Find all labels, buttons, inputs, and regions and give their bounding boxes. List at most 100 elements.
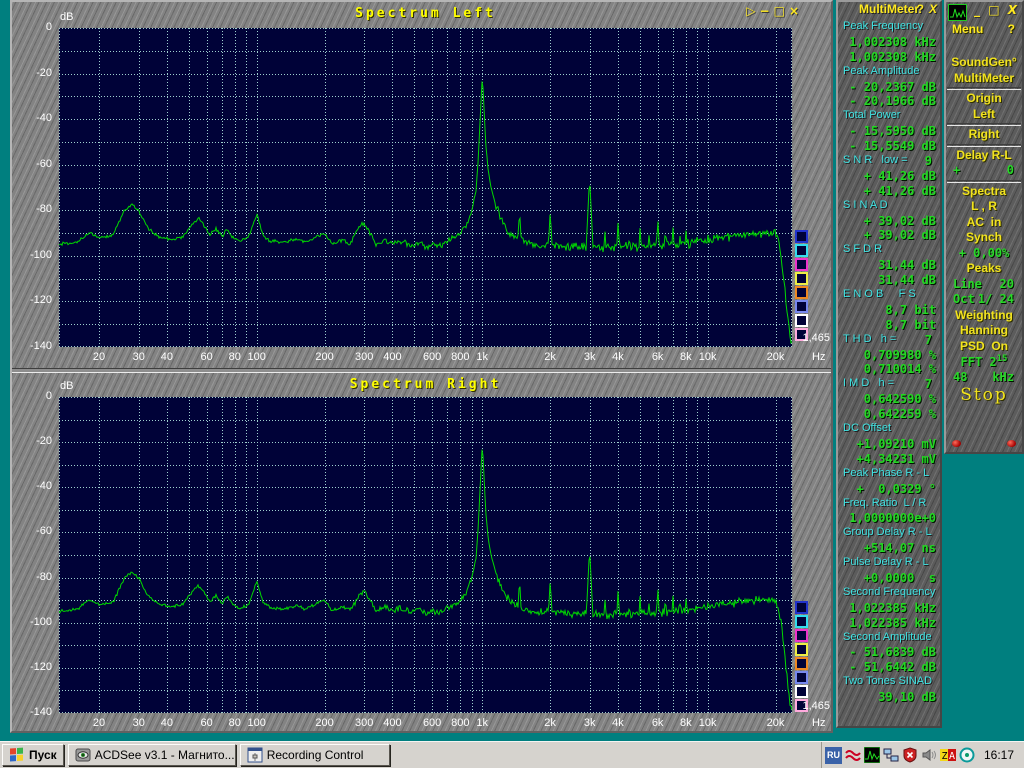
menu-button[interactable]: Menu: [952, 22, 983, 37]
multimeter-value: + 39,02 dB: [838, 228, 940, 243]
x-tick-label: 40: [150, 717, 184, 729]
fft-size-setting[interactable]: FFT 215: [946, 354, 1022, 370]
psd-toggle[interactable]: PSD On: [946, 339, 1022, 355]
volume-icon[interactable]: [921, 747, 937, 763]
legend-swatch[interactable]: [795, 244, 808, 257]
multimeter-value: +514,07 ns: [838, 541, 940, 556]
x-tick-label: 4k: [601, 717, 635, 729]
punto-switcher-icon[interactable]: ZA: [940, 747, 956, 763]
stop-button[interactable]: Stop: [946, 385, 1022, 407]
sample-rate-setting[interactable]: 48kHz: [946, 370, 1022, 386]
legend-swatch[interactable]: [795, 643, 808, 656]
spectrum-left-plot[interactable]: [59, 28, 792, 347]
multimeter-value: 39,10 dB: [838, 690, 940, 705]
x-tick-label: 1k: [465, 717, 499, 729]
y-axis-unit: dB: [60, 11, 73, 23]
taskbar-item-acdsee[interactable]: ACDSee v3.1 - Магнито...: [68, 744, 236, 766]
multimeter-value: 1,022385 kHz: [838, 616, 940, 631]
multimeter-value: - 15,5549 dB: [838, 139, 940, 154]
delay-rl-value[interactable]: +0: [946, 163, 1022, 179]
x-tick-label: 20k: [759, 351, 793, 363]
legend-swatch[interactable]: [795, 258, 808, 271]
taskbar: Пуск ACDSee v3.1 - Магнито... Recording …: [0, 741, 1024, 768]
multimeter-value: + 41,26 dB: [838, 184, 940, 199]
multimeter-value: + 41,26 dB: [838, 169, 940, 184]
start-label: Пуск: [29, 748, 57, 762]
x-tick-label: 400: [375, 717, 409, 729]
spectra-label: Spectra: [946, 184, 1022, 200]
spectrum-app-icon[interactable]: [864, 747, 880, 763]
peaks-label: Peaks: [946, 261, 1022, 277]
x-axis-unit: Hz: [812, 351, 825, 363]
x-tick-label: 2k: [533, 351, 567, 363]
spectrum-right-plot[interactable]: [59, 397, 792, 713]
multimeter-label: T H D h =7: [838, 333, 940, 348]
taskbar-item-recording-control[interactable]: Recording Control: [240, 744, 390, 766]
x-tick-label: 20: [82, 717, 116, 729]
legend-swatch[interactable]: [795, 601, 808, 614]
legend-swatch[interactable]: [795, 629, 808, 642]
help-icon[interactable]: ?: [917, 2, 924, 16]
line-setting[interactable]: Line20: [946, 277, 1022, 293]
start-button[interactable]: Пуск: [2, 744, 64, 766]
soundgen-button[interactable]: SoundGen°: [946, 55, 1022, 71]
maximize-icon[interactable]: □: [988, 3, 1001, 17]
multimeter-title: MultiMeter: [859, 2, 919, 16]
multimeter-value: 1,0000000e+0: [838, 511, 940, 526]
close-icon[interactable]: X: [929, 2, 937, 16]
cd-player-icon[interactable]: [959, 747, 975, 763]
y-tick-label: -40: [12, 480, 52, 492]
spectrum-analyzer-window: ▷−□× Spectrum Left dB 0-20-40-60-80-100-…: [10, 0, 833, 733]
help-icon[interactable]: ?: [1008, 22, 1015, 37]
origin-right-button[interactable]: Right: [946, 127, 1022, 143]
legend-swatch[interactable]: [795, 657, 808, 670]
y-tick-label: -120: [12, 294, 52, 306]
x-tick-label: 200: [308, 717, 342, 729]
shield-icon[interactable]: [902, 747, 918, 763]
control-panel-items: SoundGen°MultiMeterOriginLeftRightDelay …: [946, 37, 1022, 407]
network-icon[interactable]: [883, 747, 899, 763]
multimeter-button[interactable]: MultiMeter: [946, 71, 1022, 87]
ac-in-button[interactable]: AC in: [946, 215, 1022, 231]
legend-swatch[interactable]: [795, 300, 808, 313]
multimeter-value: 31,44 dB: [838, 273, 940, 288]
legend-swatch[interactable]: [795, 685, 808, 698]
y-tick-label: -60: [12, 525, 52, 537]
octave-setting[interactable]: Oct1/ 24: [946, 292, 1022, 308]
separator: [947, 144, 1021, 147]
wave-icon[interactable]: [845, 747, 861, 763]
synch-button[interactable]: Synch: [946, 230, 1022, 246]
synch-value[interactable]: + 0,00%: [946, 246, 1022, 262]
delay-rl-label: Delay R-L: [946, 148, 1022, 164]
y-tick-label: -20: [12, 435, 52, 447]
legend-swatch[interactable]: [795, 314, 808, 327]
legend-swatch[interactable]: [795, 272, 808, 285]
hanning-button[interactable]: Hanning: [946, 323, 1022, 339]
x-tick-label: 100: [240, 717, 274, 729]
legend-swatch[interactable]: [795, 230, 808, 243]
legend-swatch[interactable]: [795, 286, 808, 299]
y-tick-label: -40: [12, 112, 52, 124]
multimeter-label: Second Frequency: [838, 586, 940, 601]
multimeter-label: E N O B F S: [838, 288, 940, 303]
multimeter-value: 1,022385 kHz: [838, 601, 940, 616]
spectra-lr-button[interactable]: L , R: [946, 199, 1022, 215]
separator: [947, 87, 1021, 90]
x-tick-label: 10k: [691, 351, 725, 363]
separator: [947, 123, 1021, 126]
origin-left-button[interactable]: Left: [946, 107, 1022, 123]
separator: [947, 180, 1021, 183]
close-icon[interactable]: X: [1008, 3, 1019, 17]
spacer: [946, 37, 1022, 55]
language-indicator[interactable]: RU: [825, 747, 842, 764]
legend-swatch[interactable]: [795, 615, 808, 628]
x-tick-label: 100: [240, 351, 274, 363]
multimeter-value: + 39,02 dB: [838, 214, 940, 229]
multimeter-value: - 20,2367 dB: [838, 80, 940, 95]
multimeter-value: 1,002308 kHz: [838, 50, 940, 65]
multimeter-label: Freq. Ratio L / R: [838, 497, 940, 512]
minimize-icon[interactable]: _: [974, 3, 982, 17]
multimeter-label: Second Amplitude: [838, 631, 940, 646]
legend-swatch[interactable]: [795, 671, 808, 684]
status-led-left: [952, 440, 961, 447]
